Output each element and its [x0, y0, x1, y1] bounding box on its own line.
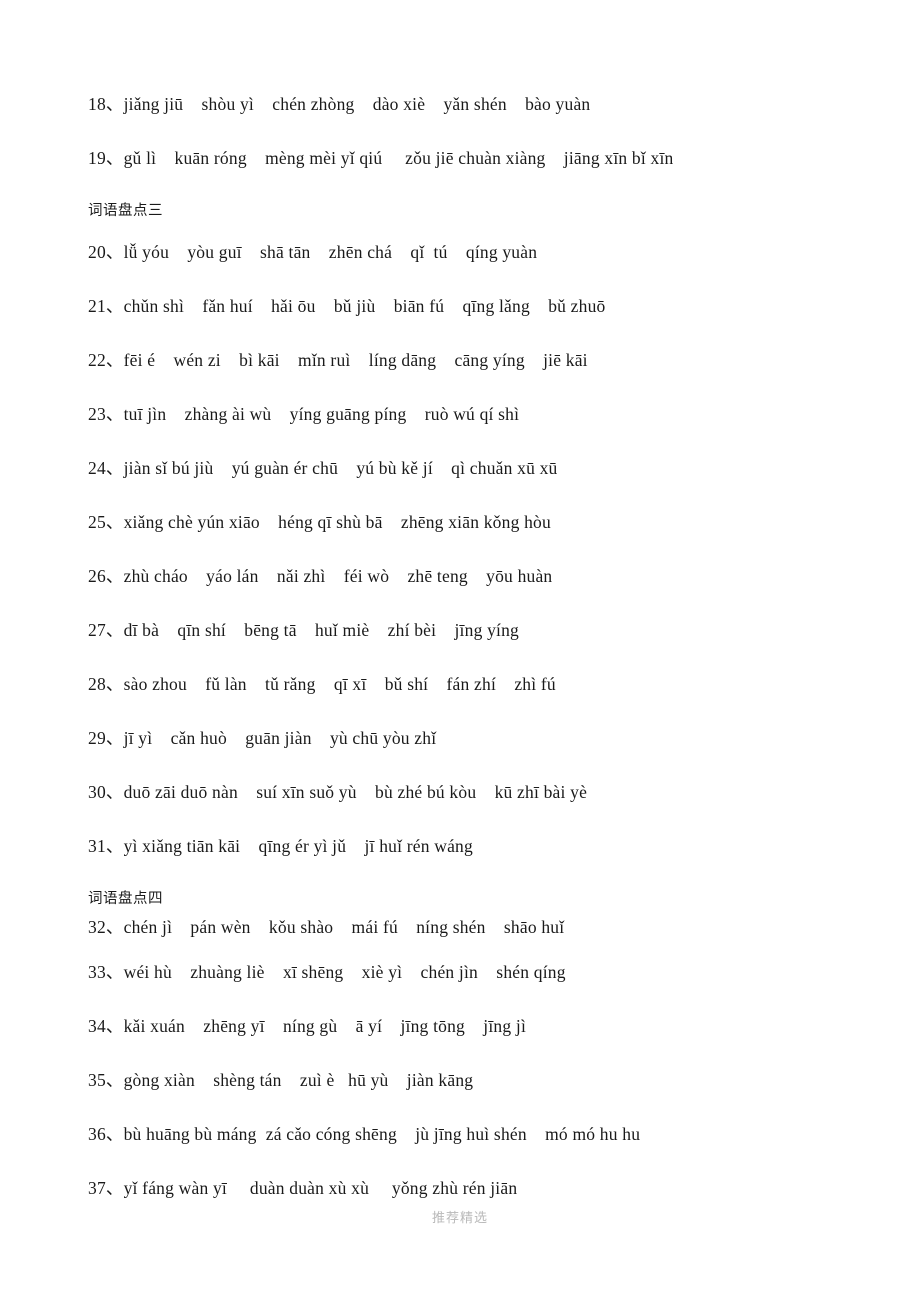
- pinyin-line-34: 34、kǎi xuán zhēng yī níng gù ā yí jīng t…: [88, 1016, 527, 1036]
- pinyin-line-35: 35、gòng xiàn shèng tán zuì è hū yù jiàn …: [88, 1070, 474, 1090]
- pinyin-line-33: 33、wéi hù zhuàng liè xī shēng xiè yì ché…: [88, 962, 566, 982]
- document-page: 18、jiǎng jiū shòu yì chén zhòng dào xiè …: [0, 0, 920, 1302]
- pinyin-line-25: 25、xiǎng chè yún xiāo héng qī shù bā zhē…: [88, 512, 551, 532]
- pinyin-line-24: 24、jiàn sǐ bú jiù yú guàn ér chū yú bù k…: [88, 458, 558, 478]
- pinyin-line-28: 28、sào zhou fǔ làn tǔ rǎng qī xī bǔ shí …: [88, 674, 556, 694]
- section-heading-three: 词语盘点三: [88, 203, 163, 219]
- pinyin-line-27: 27、dī bà qīn shí bēng tā huǐ miè zhí bèi…: [88, 620, 520, 640]
- pinyin-line-32: 32、chén jì pán wèn kǒu shào mái fú níng …: [88, 917, 565, 937]
- pinyin-line-31: 31、yì xiǎng tiān kāi qīng ér yì jǔ jī hu…: [88, 836, 473, 856]
- pinyin-line-23: 23、tuī jìn zhàng ài wù yíng guāng píng r…: [88, 404, 520, 424]
- pinyin-line-18: 18、jiǎng jiū shòu yì chén zhòng dào xiè …: [88, 94, 591, 114]
- document-body: 18、jiǎng jiū shòu yì chén zhòng dào xiè …: [88, 94, 878, 1234]
- pinyin-line-22: 22、fēi é wén zi bì kāi mǐn ruì líng dāng…: [88, 350, 588, 370]
- pinyin-line-30: 30、duō zāi duō nàn suí xīn suǒ yù bù zhé…: [88, 782, 588, 802]
- section-heading-four: 词语盘点四: [88, 891, 163, 907]
- pinyin-line-26: 26、zhù cháo yáo lán nǎi zhì féi wò zhē t…: [88, 566, 553, 586]
- footer-watermark: 推荐精选: [431, 1211, 488, 1226]
- pinyin-line-20: 20、lǚ yóu yòu guī shā tān zhēn chá qǐ tú…: [88, 242, 538, 262]
- pinyin-line-19: 19、gǔ lì kuān róng mèng mèi yǐ qiú zǒu j…: [88, 148, 674, 168]
- pinyin-line-29: 29、jī yì cǎn huò guān jiàn yù chū yòu zh…: [88, 728, 437, 748]
- pinyin-line-21: 21、chǔn shì fǎn huí hǎi ōu bǔ jiù biān f…: [88, 296, 606, 316]
- pinyin-line-36: 36、bù huāng bù máng zá cǎo cóng shēng jù…: [88, 1124, 641, 1144]
